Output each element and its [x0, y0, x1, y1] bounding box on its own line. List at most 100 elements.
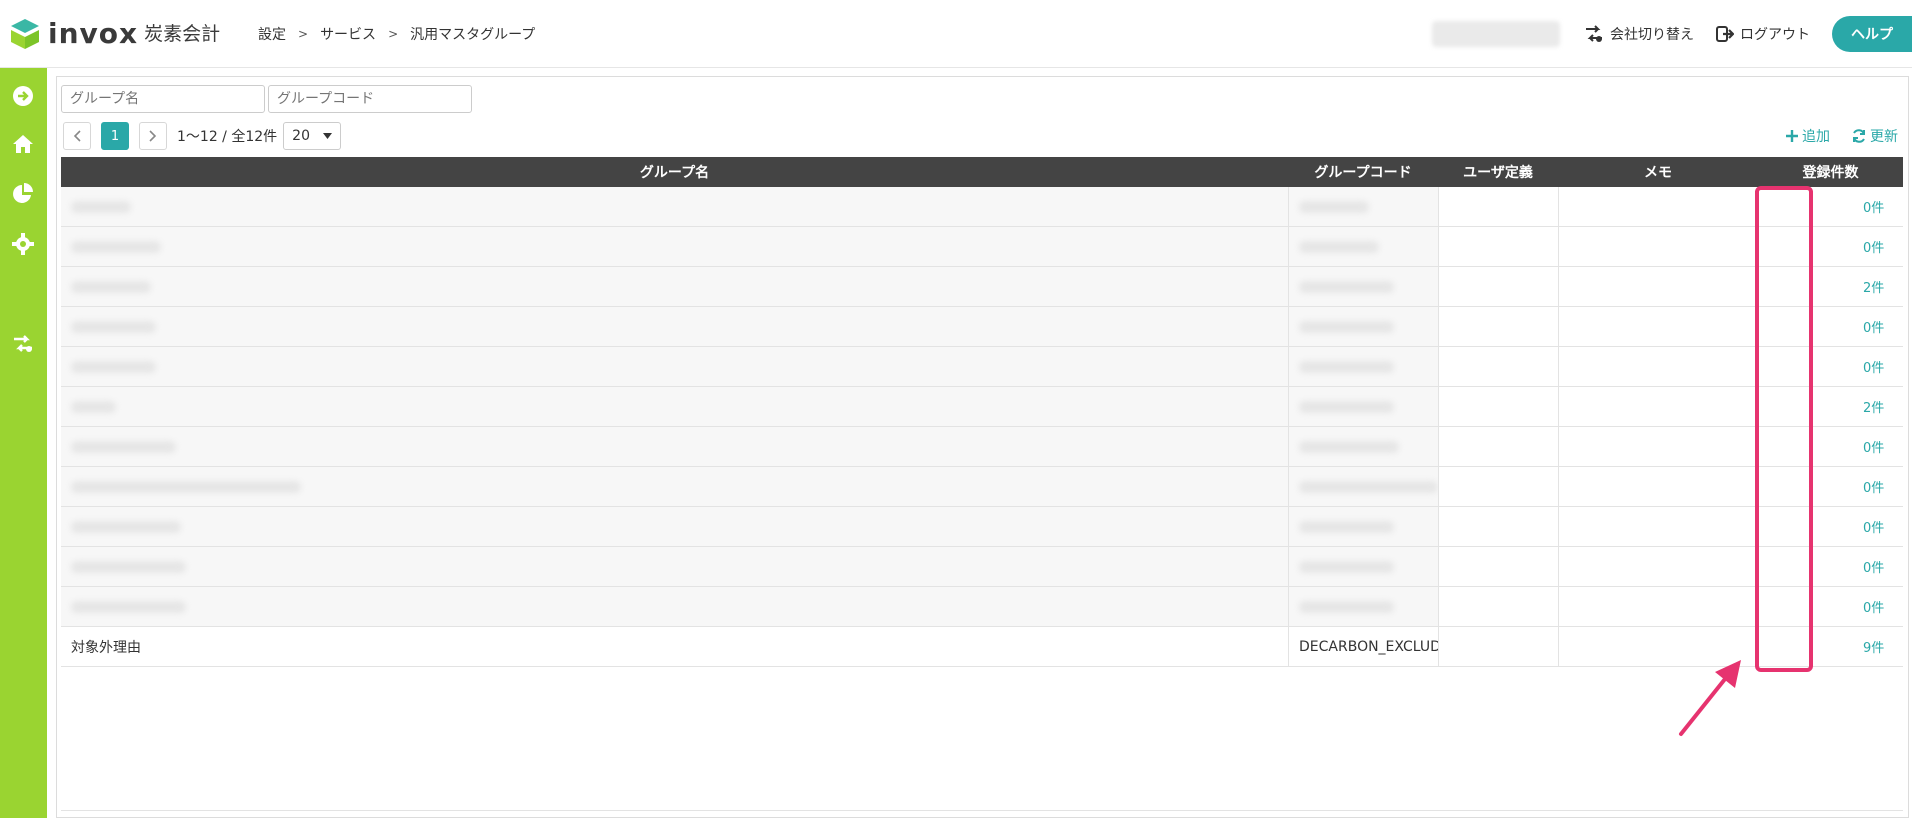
group-code-redacted	[1299, 360, 1394, 373]
plus-icon	[1786, 130, 1798, 142]
table-row[interactable]: 2件	[61, 387, 1903, 427]
group-name-redacted	[71, 600, 186, 613]
group-name-cell: 対象外理由	[71, 639, 141, 656]
switch-icon[interactable]	[11, 332, 35, 356]
count-link[interactable]: 0件	[1863, 197, 1884, 216]
group-code-cell: DECARBON_EXCLUDE_	[1288, 627, 1438, 666]
prev-page-button[interactable]	[63, 122, 91, 150]
count-link[interactable]: 9件	[1863, 637, 1884, 656]
table-row[interactable]: 2件	[61, 267, 1903, 307]
group-name-redacted	[71, 560, 186, 573]
group-code-redacted	[1299, 560, 1394, 573]
column-header-memo[interactable]: メモ	[1558, 157, 1758, 187]
group-name-redacted	[71, 240, 161, 253]
switch-icon	[1586, 25, 1602, 42]
count-link[interactable]: 0件	[1863, 557, 1884, 576]
logo-text: invox	[48, 17, 139, 50]
table-body: 0件 0件 2件 0件 0件 2件 0件 0件 0件 0件 0件 対象外理由 D…	[61, 187, 1903, 811]
group-name-redacted	[71, 320, 156, 333]
group-name-filter[interactable]	[61, 85, 265, 113]
add-button[interactable]: 追加	[1786, 126, 1830, 146]
logout-link[interactable]: ログアウト	[1716, 24, 1810, 44]
group-code-redacted	[1299, 520, 1394, 533]
count-link[interactable]: 0件	[1863, 357, 1884, 376]
group-name-redacted	[71, 400, 116, 413]
logout-icon	[1716, 26, 1734, 42]
breadcrumb-service[interactable]: サービス	[320, 24, 376, 44]
per-page-select[interactable]: 20	[283, 122, 342, 150]
group-code-redacted	[1299, 600, 1394, 613]
gear-icon[interactable]	[11, 232, 35, 256]
logo[interactable]: invox 炭素会計	[10, 18, 220, 50]
table-row[interactable]: 0件	[61, 227, 1903, 267]
chevron-right-icon: >	[298, 27, 309, 41]
breadcrumb-settings[interactable]: 設定	[258, 24, 286, 44]
switch-company-link[interactable]: 会社切り替え	[1584, 24, 1694, 44]
highlight-box	[1755, 186, 1813, 672]
table-tools: 追加 更新	[1764, 126, 1898, 146]
count-link[interactable]: 2件	[1863, 397, 1884, 416]
count-link[interactable]: 0件	[1863, 477, 1884, 496]
count-link[interactable]: 0件	[1863, 597, 1884, 616]
next-page-button[interactable]	[139, 122, 167, 150]
table-row[interactable]: 0件	[61, 307, 1903, 347]
chevron-right-icon: >	[388, 27, 399, 41]
count-link[interactable]: 2件	[1863, 277, 1884, 296]
breadcrumb-current: 汎用マスタグループ	[410, 27, 536, 43]
main-panel: 1 1〜12 / 全12件 20 追加 更新 グループ名 グループコード ユーザ…	[56, 76, 1909, 818]
arrow-right-circle-icon[interactable]	[11, 84, 35, 108]
group-name-redacted	[71, 280, 151, 293]
group-name-redacted	[71, 480, 301, 493]
table-row[interactable]: 0件	[61, 507, 1903, 547]
column-header-group-code[interactable]: グループコード	[1288, 157, 1438, 187]
per-page-value: 20	[292, 128, 310, 144]
group-name-redacted	[71, 200, 131, 213]
group-name-redacted	[71, 360, 156, 373]
count-link[interactable]: 0件	[1863, 437, 1884, 456]
count-link[interactable]: 0件	[1863, 237, 1884, 256]
user-name-redacted	[1432, 21, 1560, 47]
count-link[interactable]: 0件	[1863, 317, 1884, 336]
table-row[interactable]: 0件	[61, 587, 1903, 627]
column-header-user-defined[interactable]: ユーザ定義	[1438, 157, 1558, 187]
user-defined-cell	[1438, 627, 1558, 666]
group-code-redacted	[1299, 480, 1438, 493]
pagination-info: 1〜12 / 全12件	[177, 129, 278, 145]
count-link[interactable]: 0件	[1863, 517, 1884, 536]
table-row[interactable]: 0件	[61, 547, 1903, 587]
logo-icon	[10, 18, 40, 50]
pagination: 1 1〜12 / 全12件 20	[63, 122, 342, 150]
home-icon[interactable]	[11, 132, 35, 156]
caret-down-icon	[323, 133, 333, 139]
current-page-button[interactable]: 1	[101, 122, 129, 150]
group-code-redacted	[1299, 200, 1369, 213]
group-code-filter[interactable]	[268, 85, 472, 113]
sidebar	[0, 68, 47, 818]
group-code-redacted	[1299, 240, 1379, 253]
switch-company-label: 会社切り替え	[1610, 27, 1694, 43]
header-actions: 会社切り替え ログアウト ヘルプ	[1432, 16, 1912, 52]
breadcrumb: 設定 > サービス > 汎用マスタグループ	[258, 24, 535, 44]
add-label: 追加	[1802, 129, 1830, 145]
group-code-redacted	[1299, 280, 1394, 293]
table-row[interactable]: 0件	[61, 347, 1903, 387]
group-code-redacted	[1299, 400, 1394, 413]
column-header-group-name[interactable]: グループ名	[61, 157, 1288, 187]
table-row[interactable]: 0件	[61, 467, 1903, 507]
group-name-redacted	[71, 440, 176, 453]
pie-chart-icon[interactable]	[11, 182, 35, 206]
refresh-button[interactable]: 更新	[1852, 126, 1898, 146]
app-header: invox 炭素会計 設定 > サービス > 汎用マスタグループ 会社切り替え …	[0, 0, 1912, 68]
refresh-label: 更新	[1870, 129, 1898, 145]
table-row[interactable]: 0件	[61, 427, 1903, 467]
table-row[interactable]: 0件	[61, 187, 1903, 227]
table-empty-area	[61, 667, 1903, 811]
table-header: グループ名 グループコード ユーザ定義 メモ 登録件数	[61, 157, 1903, 187]
column-header-count[interactable]: 登録件数	[1758, 157, 1903, 187]
group-code-redacted	[1299, 440, 1399, 453]
chevron-right-icon	[149, 130, 157, 142]
logout-label: ログアウト	[1740, 27, 1810, 43]
help-button[interactable]: ヘルプ	[1832, 16, 1912, 52]
group-name-redacted	[71, 520, 181, 533]
table-row[interactable]: 対象外理由 DECARBON_EXCLUDE_ 9件	[61, 627, 1903, 667]
